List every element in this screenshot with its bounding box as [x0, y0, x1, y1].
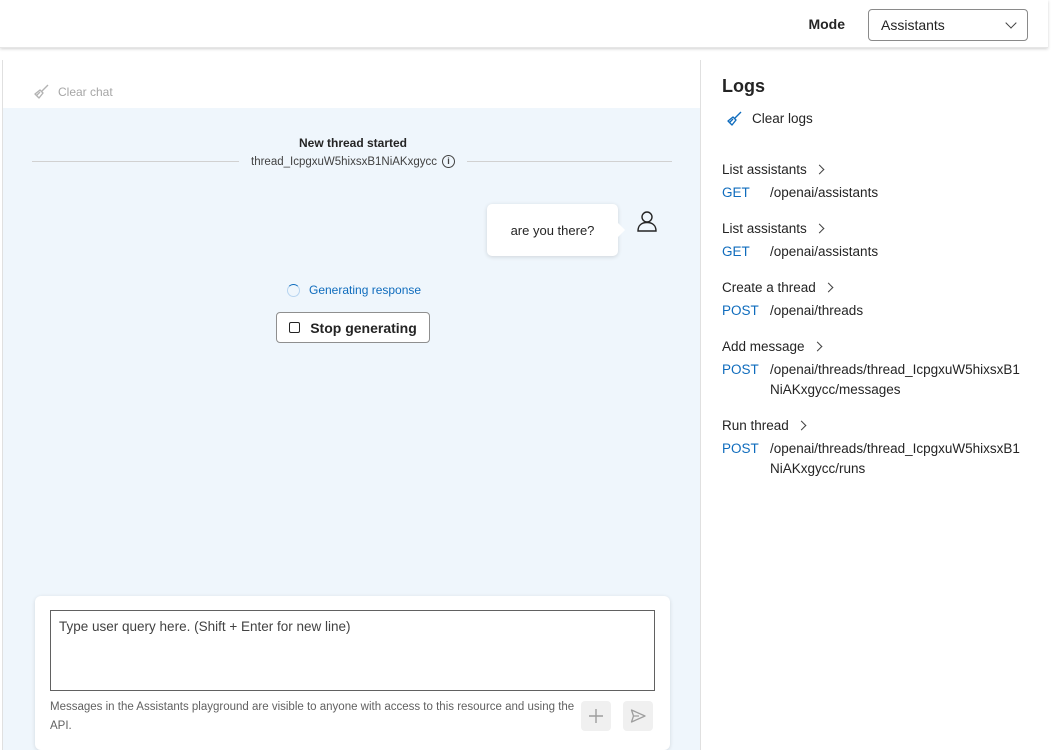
chevron-down-icon	[1005, 17, 1017, 29]
user-message-text: are you there?	[510, 222, 595, 238]
privacy-disclaimer: Messages in the Assistants playground ar…	[50, 701, 575, 732]
logs-title: Logs	[722, 76, 765, 96]
clear-logs-button[interactable]: Clear logs	[726, 110, 813, 127]
logs-panel: Logs Clear logs List assistants GET/open…	[700, 60, 1048, 750]
log-item-name: Create a thread	[722, 279, 816, 295]
log-list: List assistants GET/openai/assistants Li…	[722, 159, 1022, 494]
user-message-bubble: are you there?	[487, 204, 625, 256]
clear-chat-label: Clear chat	[58, 84, 113, 99]
stop-generating-button[interactable]: Stop generating	[276, 312, 430, 343]
broom-icon	[727, 111, 742, 126]
log-item: Add message POST/openai/threads/thread_I…	[722, 336, 1022, 400]
mode-dropdown[interactable]: Assistants	[868, 9, 1028, 41]
log-item-request: POST/openai/threads/thread_IcpgxuW5hixsx…	[722, 439, 1022, 479]
thread-title: New thread started	[298, 136, 408, 150]
log-item-request: POST/openai/threads	[722, 301, 1022, 321]
log-item-path: /openai/threads/thread_IcpgxuW5hixsxB1Ni…	[770, 362, 1020, 397]
chevron-right-icon	[796, 420, 807, 430]
chevron-right-icon	[814, 164, 825, 174]
log-item-path: /openai/assistants	[770, 185, 879, 200]
chat-toolbar: Clear chat	[3, 60, 701, 108]
log-item-name: Add message	[722, 338, 805, 354]
log-item-request: POST/openai/threads/thread_IcpgxuW5hixsx…	[722, 360, 1022, 400]
log-item-request: GET/openai/assistants	[722, 183, 1022, 203]
stop-generating-label: Stop generating	[310, 319, 417, 336]
thread-started-banner: New thread started thread_IcpgxuW5hixsxB…	[239, 136, 467, 168]
chevron-right-icon	[814, 223, 825, 233]
spinner-icon	[287, 283, 300, 297]
send-button[interactable]	[623, 701, 653, 731]
chevron-right-icon	[823, 282, 834, 292]
chat-panel: Clear chat New thread started thread_Icp…	[2, 60, 701, 750]
log-item-method: POST	[722, 362, 759, 377]
log-item-path: /openai/threads	[770, 303, 864, 318]
log-item-header[interactable]: Run thread	[722, 415, 1022, 435]
clear-chat-button[interactable]: Clear chat	[33, 83, 113, 100]
log-item: List assistants GET/openai/assistants	[722, 218, 1022, 262]
chevron-right-icon	[812, 341, 823, 351]
log-item-method: GET	[722, 185, 750, 200]
generating-label: Generating response	[309, 283, 422, 297]
compose-box: Messages in the Assistants playground ar…	[35, 596, 670, 750]
user-query-input[interactable]	[50, 610, 655, 691]
log-item-method: POST	[722, 441, 759, 456]
broom-icon	[34, 84, 49, 99]
thread-id: thread_IcpgxuW5hixsxB1NiAKxgycc	[251, 155, 437, 168]
log-item-path: /openai/assistants	[770, 244, 879, 259]
log-item: Create a thread POST/openai/threads	[722, 277, 1022, 321]
log-item-name: List assistants	[722, 220, 807, 236]
log-item-header[interactable]: Add message	[722, 336, 1022, 356]
log-item-method: POST	[722, 303, 759, 318]
log-item-header[interactable]: List assistants	[722, 218, 1022, 238]
log-item-header[interactable]: Create a thread	[722, 277, 1022, 297]
stop-icon	[289, 322, 301, 333]
log-item-path: /openai/threads/thread_IcpgxuW5hixsxB1Ni…	[770, 441, 1020, 476]
log-item: Run thread POST/openai/threads/thread_Ic…	[722, 415, 1022, 479]
mode-label: Mode	[808, 16, 845, 32]
send-icon	[630, 709, 646, 723]
clear-logs-label: Clear logs	[752, 111, 813, 126]
generating-status: Generating response	[287, 283, 421, 297]
log-item-method: GET	[722, 244, 750, 259]
log-item: List assistants GET/openai/assistants	[722, 159, 1022, 203]
person-icon	[637, 211, 657, 232]
info-icon[interactable]: i	[442, 155, 455, 168]
mode-dropdown-value: Assistants	[881, 17, 945, 33]
log-item-header[interactable]: List assistants	[722, 159, 1022, 179]
top-bar: Mode Assistants	[0, 0, 1048, 48]
plus-icon	[589, 709, 603, 723]
log-item-request: GET/openai/assistants	[722, 242, 1022, 262]
log-item-name: List assistants	[722, 161, 807, 177]
log-item-name: Run thread	[722, 417, 789, 433]
add-attachment-button[interactable]	[581, 701, 611, 731]
thread-id-row: thread_IcpgxuW5hixsxB1NiAKxgycc i	[239, 155, 467, 168]
